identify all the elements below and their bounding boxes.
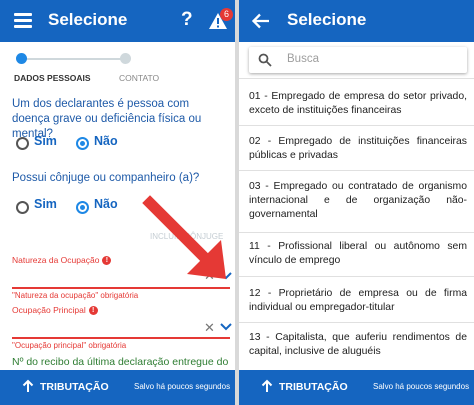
occupation-nature-label: Natureza da Ocupação! [12, 255, 112, 266]
page-title: Selecione [287, 10, 367, 29]
page-title: Selecione [48, 10, 128, 29]
main-occupation-label: Ocupação Principal! [12, 305, 98, 316]
app-bar: Selecione [239, 0, 474, 42]
help-icon[interactable]: ? [181, 9, 193, 31]
tributacao-tab[interactable]: TRIBUTAÇÃO [40, 381, 109, 393]
question-spouse: Possui cônjuge ou companheiro (a)? [12, 172, 200, 184]
divider [239, 276, 474, 277]
radio-disability-no[interactable] [76, 137, 89, 150]
bottom-bar: TRIBUTAÇÃO Salvo há poucos segundos [0, 370, 235, 405]
divider [239, 322, 474, 323]
radio-label-yes[interactable]: Sim [34, 197, 57, 211]
stepper-track [22, 58, 126, 60]
divider [239, 125, 474, 126]
selection-screen: Selecione Busca 01 - Empregado de empres… [239, 0, 474, 405]
divider [239, 78, 474, 79]
arrow-up-icon[interactable] [261, 379, 273, 393]
search-icon [258, 53, 272, 67]
saved-status: Salvo há poucos segundos [373, 382, 470, 391]
radio-label-yes[interactable]: Sim [34, 134, 57, 148]
tributacao-tab[interactable]: TRIBUTAÇÃO [279, 381, 348, 393]
option-02[interactable]: 02 - Empregado de instituições financeir… [249, 135, 467, 163]
option-01[interactable]: 01 - Empregado de empresa do setor priva… [249, 90, 467, 118]
saved-status: Salvo há poucos segundos [134, 382, 231, 391]
occupation-nature-label-text: Natureza da Ocupação [12, 255, 100, 265]
radio-label-no[interactable]: Não [94, 134, 118, 148]
main-occupation-label-text: Ocupação Principal [12, 305, 86, 315]
app-bar: Selecione ? 6 [0, 0, 235, 42]
close-icon[interactable]: ✕ [204, 320, 215, 336]
divider [239, 232, 474, 233]
divider [239, 170, 474, 171]
option-12[interactable]: 12 - Proprietário de empresa ou de firma… [249, 287, 467, 315]
back-arrow-icon[interactable] [251, 11, 271, 31]
radio-spouse-yes[interactable] [16, 201, 29, 214]
pointer-arrow-icon [142, 195, 226, 279]
main-occupation-error: "Ocupação principal" obrigatória [12, 341, 127, 350]
step-indicator-inactive[interactable] [120, 53, 131, 64]
form-screen: Selecione ? 6 DADOS PESSOAIS CONTATO Um … [0, 0, 235, 405]
option-03[interactable]: 03 - Empregado ou contratado de organism… [249, 180, 467, 222]
radio-label-no[interactable]: Não [94, 197, 118, 211]
radio-spouse-no[interactable] [76, 201, 89, 214]
alert-count-badge: 6 [220, 8, 233, 21]
step-indicator-active[interactable] [16, 53, 27, 64]
main-occupation-select[interactable] [12, 337, 230, 339]
option-13[interactable]: 13 - Capitalista, que auferiu rendimento… [249, 331, 467, 359]
receipt-number-label: Nº do recibo da última declaração entreg… [12, 356, 229, 368]
occupation-nature-error: "Natureza da ocupação" obrigatória [12, 291, 139, 300]
step-label-personal-data[interactable]: DADOS PESSOAIS [14, 73, 91, 83]
option-11[interactable]: 11 - Profissional liberal ou autônomo se… [249, 240, 467, 268]
error-icon: ! [88, 306, 98, 316]
error-icon: ! [102, 256, 112, 266]
arrow-up-icon[interactable] [22, 379, 34, 393]
chevron-down-icon[interactable] [220, 323, 232, 331]
search-box[interactable]: Busca [249, 47, 467, 73]
menu-icon[interactable] [14, 13, 32, 28]
bottom-bar: TRIBUTAÇÃO Salvo há poucos segundos [239, 370, 474, 405]
search-input[interactable]: Busca [287, 53, 319, 65]
radio-disability-yes[interactable] [16, 137, 29, 150]
step-label-contact[interactable]: CONTATO [119, 73, 159, 83]
